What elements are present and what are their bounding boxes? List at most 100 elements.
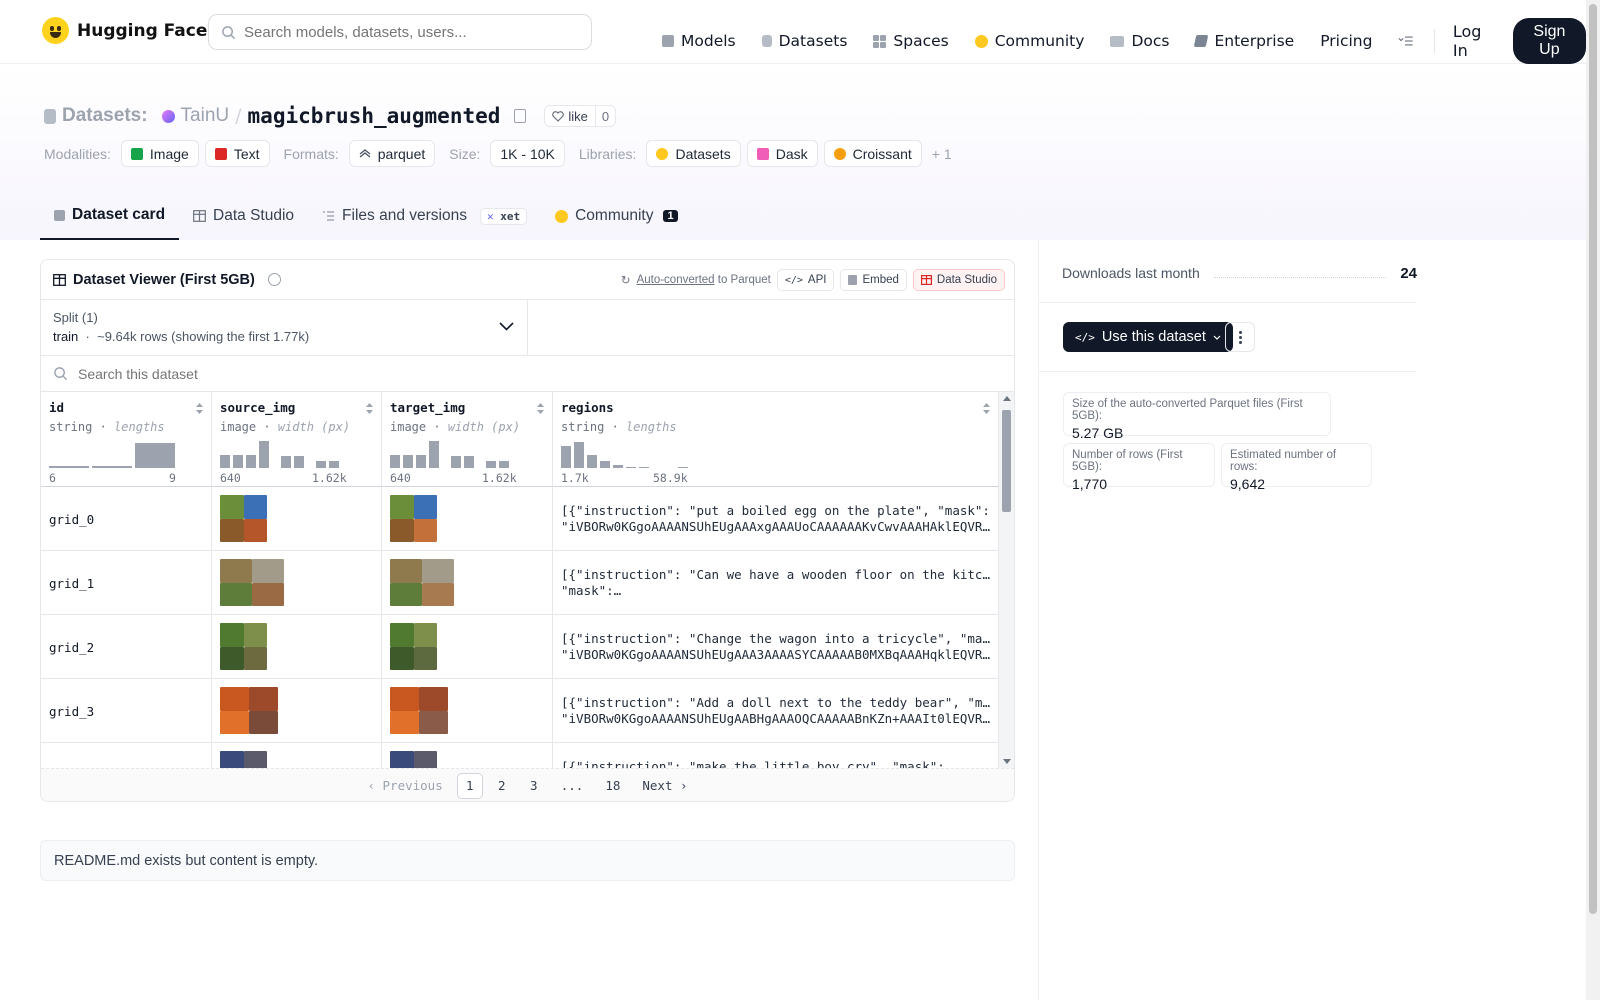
cell-source-img[interactable] [212, 743, 382, 768]
login-link[interactable]: Log In [1453, 22, 1495, 60]
table-row[interactable]: grid_2 [{"instruction": "Change the wago… [41, 615, 999, 679]
brand-link[interactable]: Hugging Face [42, 17, 207, 44]
nav-community[interactable]: Community [974, 27, 1084, 55]
split-select[interactable]: Split (1) train · ~9.64k rows (showing t… [41, 300, 528, 355]
more-libraries[interactable]: + 1 [932, 146, 952, 162]
cell-id[interactable]: grid_1 [41, 551, 212, 615]
auto-converted-link[interactable]: Auto-converted to Parquet [637, 274, 771, 286]
cell-target-img[interactable] [382, 551, 553, 615]
split-dot: · [85, 329, 90, 344]
column-header-id[interactable]: id string · lengths 6 9 [41, 392, 212, 487]
nav-links: Models Datasets Spaces Community Docs En… [662, 18, 1586, 64]
histogram-min: 6 [49, 471, 56, 485]
owner-link[interactable]: TainU [181, 105, 230, 127]
use-dataset-button[interactable]: </> Use this dataset [1063, 322, 1233, 352]
more-menu-icon[interactable] [1398, 35, 1414, 47]
tab-files-label: Files and versions [342, 207, 467, 224]
tag-datasets-lib-label: Datasets [675, 145, 731, 162]
page-18-button[interactable]: 18 [597, 773, 628, 799]
data-studio-button[interactable]: Data Studio [912, 269, 1005, 291]
embed-button[interactable]: Embed [840, 269, 907, 291]
sort-icon[interactable] [365, 402, 374, 415]
repo-name[interactable]: magicbrush_augmented [248, 104, 501, 128]
nav-models[interactable]: Models [662, 27, 736, 55]
previous-page-button[interactable]: ‹ Previous [359, 773, 450, 799]
dataset-search-input[interactable] [78, 365, 678, 382]
cell-target-img[interactable] [382, 487, 553, 551]
tag-image[interactable]: Image [120, 140, 199, 167]
cell-source-img[interactable] [212, 679, 382, 743]
table-row[interactable]: grid_3 [{"instruction": "Add a doll next… [41, 679, 999, 743]
column-header-target-img[interactable]: target_img image · width (px) 640 1.62k [382, 392, 553, 487]
global-search[interactable] [208, 14, 592, 50]
copy-icon[interactable] [514, 109, 527, 123]
cell-source-img[interactable] [212, 615, 382, 679]
tag-datasets-lib[interactable]: Datasets [646, 140, 741, 167]
nav-pricing-label: Pricing [1320, 32, 1373, 50]
cell-target-img[interactable] [382, 743, 553, 768]
tag-text[interactable]: Text [204, 140, 270, 167]
cell-regions[interactable]: [{"instruction": "make the little boy cr… [553, 743, 999, 768]
nav-pricing[interactable]: Pricing [1320, 27, 1372, 55]
scroll-down-icon[interactable] [1003, 759, 1011, 764]
page-scrollbar-thumb[interactable] [1589, 4, 1597, 914]
dask-icon [756, 147, 769, 160]
cell-regions[interactable]: [{"instruction": "Can we have a wooden f… [553, 551, 999, 615]
page-scrollbar[interactable] [1586, 0, 1600, 1000]
tag-parquet[interactable]: parquet [348, 140, 436, 167]
community-count-badge: 1 [663, 210, 678, 222]
next-page-button[interactable]: Next › [634, 773, 695, 799]
nav-enterprise-label: Enterprise [1214, 32, 1295, 50]
table-row[interactable]: grid_1 [{"instruction": "Can we have a w… [41, 551, 999, 615]
table-row[interactable]: [{"instruction": "make the little boy cr… [41, 743, 999, 768]
sort-icon[interactable] [195, 402, 204, 415]
tag-croissant[interactable]: Croissant [823, 140, 922, 167]
tag-image-label: Image [149, 145, 189, 162]
table-row[interactable]: grid_0 [{"instruction": "put a boiled eg… [41, 487, 999, 551]
cell-id[interactable] [41, 743, 212, 768]
histogram-max: 1.62k [482, 471, 517, 485]
datasets-label[interactable]: Datasets: [62, 105, 148, 127]
cell-target-img[interactable] [382, 679, 553, 743]
api-button[interactable]: </> API [776, 269, 835, 291]
previous-label: Previous [382, 778, 443, 793]
tab-files-versions[interactable]: Files and versions ✕ xet [308, 192, 541, 240]
column-header-regions[interactable]: regions string · lengths 1.7k 58.9k [553, 392, 999, 487]
cell-id[interactable]: grid_3 [41, 679, 212, 743]
cell-regions[interactable]: [{"instruction": "Add a doll next to the… [553, 679, 999, 743]
page-2-button[interactable]: 2 [489, 773, 515, 799]
table-scrollbar[interactable] [999, 392, 1014, 768]
nav-datasets[interactable]: Datasets [761, 27, 847, 55]
like-button[interactable]: like 0 [544, 105, 617, 127]
info-icon[interactable] [267, 273, 281, 286]
chevron-down-icon [1213, 335, 1221, 340]
page-1-button[interactable]: 1 [456, 772, 483, 799]
cell-id[interactable]: grid_2 [41, 615, 212, 679]
sort-icon[interactable] [982, 402, 991, 415]
more-options-button[interactable] [1225, 322, 1255, 352]
cell-target-img[interactable] [382, 615, 553, 679]
dataset-meta: Modalities: Image Text Formats: parquet … [44, 140, 952, 167]
tag-size[interactable]: 1K - 10K [490, 140, 565, 167]
tab-dataset-card[interactable]: Dataset card [40, 192, 180, 240]
global-search-input[interactable] [244, 23, 574, 41]
tab-community[interactable]: Community 1 [541, 192, 692, 240]
cell-source-img[interactable] [212, 551, 382, 615]
tag-dask[interactable]: Dask [746, 140, 818, 167]
cell-regions[interactable]: [{"instruction": "put a boiled egg on th… [553, 487, 999, 551]
nav-spaces[interactable]: Spaces [873, 27, 949, 55]
nav-docs[interactable]: Docs [1110, 27, 1169, 55]
dataset-search[interactable] [41, 356, 1014, 392]
cell-id[interactable]: grid_0 [41, 487, 212, 551]
signup-button[interactable]: Sign Up [1512, 18, 1586, 64]
cell-regions[interactable]: [{"instruction": "Change the wagon into … [553, 615, 999, 679]
tab-data-studio[interactable]: Data Studio [179, 192, 308, 240]
page-3-button[interactable]: 3 [521, 773, 547, 799]
sort-icon[interactable] [536, 402, 545, 415]
scrollbar-thumb[interactable] [1002, 410, 1011, 512]
column-header-source-img[interactable]: source_img image · width (px) 640 1.62k [212, 392, 382, 487]
nav-enterprise[interactable]: Enterprise [1194, 27, 1295, 55]
scroll-up-icon[interactable] [1003, 396, 1011, 401]
cell-source-img[interactable] [212, 487, 382, 551]
histogram-min: 640 [390, 471, 411, 485]
